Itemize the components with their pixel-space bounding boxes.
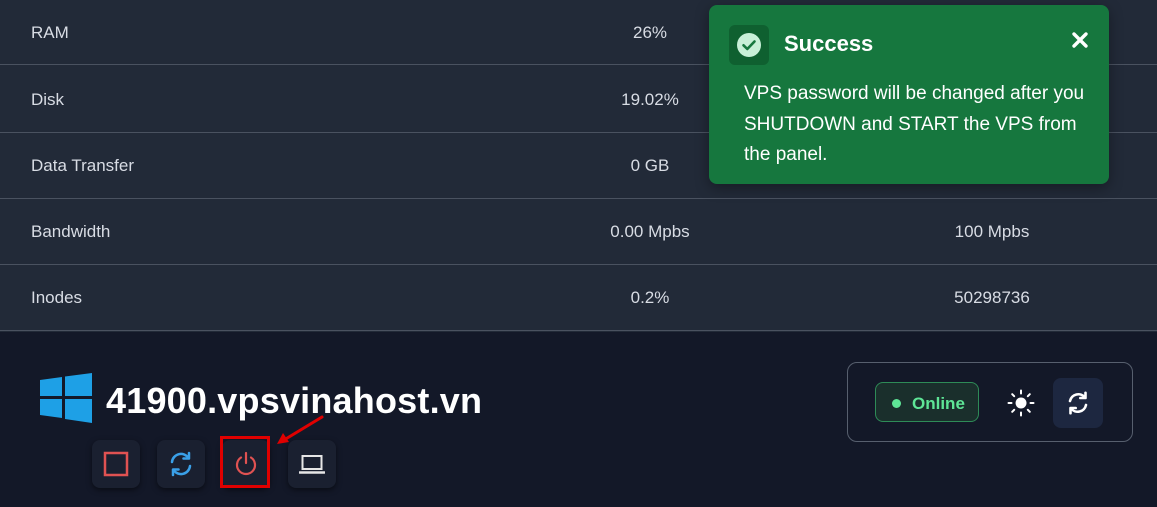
- stat-limit: 100 Mpbs: [954, 222, 1030, 241]
- power-button-highlight: [220, 436, 270, 488]
- toast-title: Success: [784, 31, 874, 56]
- sun-icon[interactable]: [1006, 388, 1036, 418]
- status-dot: [892, 399, 901, 408]
- status-label: Online: [912, 394, 965, 413]
- status-badge[interactable]: Online: [875, 382, 979, 422]
- stat-value: 0.00 Mpbs: [610, 222, 690, 241]
- stat-value: 0.2%: [630, 288, 670, 307]
- success-toast: Success VPS password will be changed aft…: [709, 5, 1109, 184]
- stat-label: Data Transfer: [31, 156, 134, 175]
- restart-button[interactable]: [157, 440, 205, 488]
- stat-label: Disk: [31, 90, 65, 109]
- stat-limit: 50298736: [954, 288, 1030, 307]
- stop-button[interactable]: [92, 440, 140, 488]
- toast-message: VPS password will be changed after you S…: [744, 83, 1085, 165]
- close-icon[interactable]: [1069, 29, 1091, 51]
- table-row: Inodes 0.2% 50298736: [0, 265, 1157, 331]
- stat-label: RAM: [31, 23, 69, 42]
- refresh-button[interactable]: [1053, 378, 1103, 428]
- console-button[interactable]: [288, 440, 336, 488]
- stat-label: Inodes: [31, 288, 83, 307]
- table-row: Bandwidth 0.00 Mpbs 100 Mpbs: [0, 199, 1157, 265]
- check-circle-icon: [729, 25, 769, 65]
- stat-label: Bandwidth: [31, 222, 111, 241]
- windows-logo-icon: [40, 373, 92, 428]
